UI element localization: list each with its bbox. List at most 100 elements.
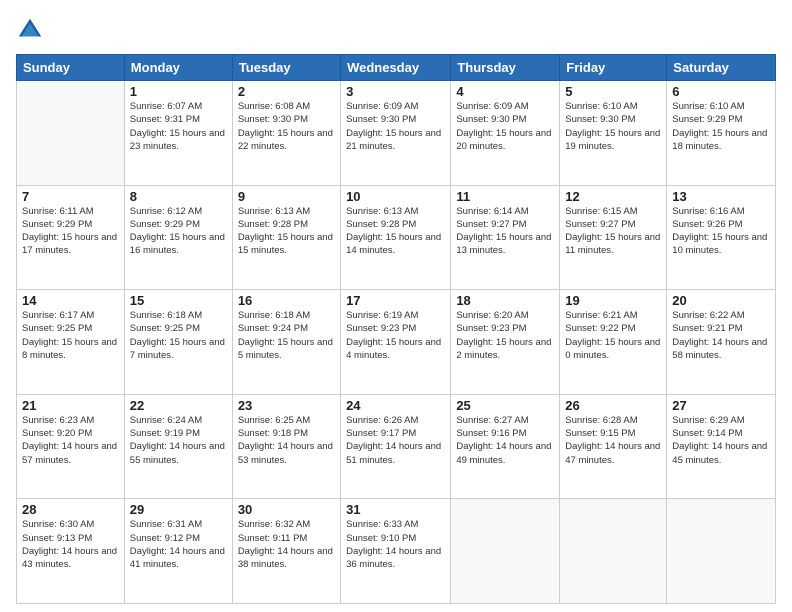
- table-row: [451, 499, 560, 604]
- day-info: Sunrise: 6:21 AMSunset: 9:22 PMDaylight:…: [565, 309, 661, 362]
- calendar-week-row: 7Sunrise: 6:11 AMSunset: 9:29 PMDaylight…: [17, 185, 776, 290]
- table-row: [17, 81, 125, 186]
- day-info: Sunrise: 6:25 AMSunset: 9:18 PMDaylight:…: [238, 414, 335, 467]
- day-info: Sunrise: 6:09 AMSunset: 9:30 PMDaylight:…: [456, 100, 554, 153]
- day-info: Sunrise: 6:32 AMSunset: 9:11 PMDaylight:…: [238, 518, 335, 571]
- table-row: 16Sunrise: 6:18 AMSunset: 9:24 PMDayligh…: [232, 290, 340, 395]
- day-info: Sunrise: 6:07 AMSunset: 9:31 PMDaylight:…: [130, 100, 227, 153]
- table-row: [667, 499, 776, 604]
- day-number: 25: [456, 398, 554, 413]
- day-number: 19: [565, 293, 661, 308]
- table-row: 12Sunrise: 6:15 AMSunset: 9:27 PMDayligh…: [560, 185, 667, 290]
- day-info: Sunrise: 6:30 AMSunset: 9:13 PMDaylight:…: [22, 518, 119, 571]
- calendar: Sunday Monday Tuesday Wednesday Thursday…: [16, 54, 776, 604]
- day-info: Sunrise: 6:20 AMSunset: 9:23 PMDaylight:…: [456, 309, 554, 362]
- table-row: 28Sunrise: 6:30 AMSunset: 9:13 PMDayligh…: [17, 499, 125, 604]
- col-monday: Monday: [124, 55, 232, 81]
- day-number: 1: [130, 84, 227, 99]
- day-info: Sunrise: 6:13 AMSunset: 9:28 PMDaylight:…: [238, 205, 335, 258]
- table-row: 10Sunrise: 6:13 AMSunset: 9:28 PMDayligh…: [341, 185, 451, 290]
- day-number: 17: [346, 293, 445, 308]
- day-info: Sunrise: 6:17 AMSunset: 9:25 PMDaylight:…: [22, 309, 119, 362]
- day-info: Sunrise: 6:28 AMSunset: 9:15 PMDaylight:…: [565, 414, 661, 467]
- table-row: 6Sunrise: 6:10 AMSunset: 9:29 PMDaylight…: [667, 81, 776, 186]
- day-info: Sunrise: 6:18 AMSunset: 9:25 PMDaylight:…: [130, 309, 227, 362]
- calendar-week-row: 14Sunrise: 6:17 AMSunset: 9:25 PMDayligh…: [17, 290, 776, 395]
- day-info: Sunrise: 6:16 AMSunset: 9:26 PMDaylight:…: [672, 205, 770, 258]
- table-row: [560, 499, 667, 604]
- day-number: 12: [565, 189, 661, 204]
- day-info: Sunrise: 6:10 AMSunset: 9:30 PMDaylight:…: [565, 100, 661, 153]
- col-saturday: Saturday: [667, 55, 776, 81]
- calendar-week-row: 1Sunrise: 6:07 AMSunset: 9:31 PMDaylight…: [17, 81, 776, 186]
- day-number: 30: [238, 502, 335, 517]
- logo: [16, 16, 48, 44]
- day-number: 18: [456, 293, 554, 308]
- table-row: 26Sunrise: 6:28 AMSunset: 9:15 PMDayligh…: [560, 394, 667, 499]
- day-info: Sunrise: 6:27 AMSunset: 9:16 PMDaylight:…: [456, 414, 554, 467]
- day-info: Sunrise: 6:33 AMSunset: 9:10 PMDaylight:…: [346, 518, 445, 571]
- day-info: Sunrise: 6:09 AMSunset: 9:30 PMDaylight:…: [346, 100, 445, 153]
- day-info: Sunrise: 6:23 AMSunset: 9:20 PMDaylight:…: [22, 414, 119, 467]
- day-info: Sunrise: 6:19 AMSunset: 9:23 PMDaylight:…: [346, 309, 445, 362]
- day-number: 21: [22, 398, 119, 413]
- table-row: 21Sunrise: 6:23 AMSunset: 9:20 PMDayligh…: [17, 394, 125, 499]
- col-friday: Friday: [560, 55, 667, 81]
- col-sunday: Sunday: [17, 55, 125, 81]
- day-number: 4: [456, 84, 554, 99]
- day-number: 15: [130, 293, 227, 308]
- day-number: 2: [238, 84, 335, 99]
- table-row: 3Sunrise: 6:09 AMSunset: 9:30 PMDaylight…: [341, 81, 451, 186]
- table-row: 9Sunrise: 6:13 AMSunset: 9:28 PMDaylight…: [232, 185, 340, 290]
- day-info: Sunrise: 6:11 AMSunset: 9:29 PMDaylight:…: [22, 205, 119, 258]
- day-info: Sunrise: 6:26 AMSunset: 9:17 PMDaylight:…: [346, 414, 445, 467]
- col-wednesday: Wednesday: [341, 55, 451, 81]
- day-number: 11: [456, 189, 554, 204]
- day-info: Sunrise: 6:22 AMSunset: 9:21 PMDaylight:…: [672, 309, 770, 362]
- day-info: Sunrise: 6:10 AMSunset: 9:29 PMDaylight:…: [672, 100, 770, 153]
- day-number: 5: [565, 84, 661, 99]
- day-number: 23: [238, 398, 335, 413]
- day-number: 20: [672, 293, 770, 308]
- day-number: 31: [346, 502, 445, 517]
- day-info: Sunrise: 6:12 AMSunset: 9:29 PMDaylight:…: [130, 205, 227, 258]
- day-number: 6: [672, 84, 770, 99]
- day-info: Sunrise: 6:24 AMSunset: 9:19 PMDaylight:…: [130, 414, 227, 467]
- col-tuesday: Tuesday: [232, 55, 340, 81]
- day-number: 3: [346, 84, 445, 99]
- col-thursday: Thursday: [451, 55, 560, 81]
- page: Sunday Monday Tuesday Wednesday Thursday…: [0, 0, 792, 612]
- day-info: Sunrise: 6:15 AMSunset: 9:27 PMDaylight:…: [565, 205, 661, 258]
- day-info: Sunrise: 6:29 AMSunset: 9:14 PMDaylight:…: [672, 414, 770, 467]
- table-row: 23Sunrise: 6:25 AMSunset: 9:18 PMDayligh…: [232, 394, 340, 499]
- table-row: 25Sunrise: 6:27 AMSunset: 9:16 PMDayligh…: [451, 394, 560, 499]
- day-number: 13: [672, 189, 770, 204]
- table-row: 15Sunrise: 6:18 AMSunset: 9:25 PMDayligh…: [124, 290, 232, 395]
- table-row: 30Sunrise: 6:32 AMSunset: 9:11 PMDayligh…: [232, 499, 340, 604]
- day-number: 16: [238, 293, 335, 308]
- logo-icon: [16, 16, 44, 44]
- day-number: 7: [22, 189, 119, 204]
- table-row: 8Sunrise: 6:12 AMSunset: 9:29 PMDaylight…: [124, 185, 232, 290]
- table-row: 24Sunrise: 6:26 AMSunset: 9:17 PMDayligh…: [341, 394, 451, 499]
- day-number: 24: [346, 398, 445, 413]
- table-row: 13Sunrise: 6:16 AMSunset: 9:26 PMDayligh…: [667, 185, 776, 290]
- day-info: Sunrise: 6:14 AMSunset: 9:27 PMDaylight:…: [456, 205, 554, 258]
- day-number: 10: [346, 189, 445, 204]
- table-row: 27Sunrise: 6:29 AMSunset: 9:14 PMDayligh…: [667, 394, 776, 499]
- day-info: Sunrise: 6:18 AMSunset: 9:24 PMDaylight:…: [238, 309, 335, 362]
- table-row: 7Sunrise: 6:11 AMSunset: 9:29 PMDaylight…: [17, 185, 125, 290]
- day-info: Sunrise: 6:13 AMSunset: 9:28 PMDaylight:…: [346, 205, 445, 258]
- table-row: 17Sunrise: 6:19 AMSunset: 9:23 PMDayligh…: [341, 290, 451, 395]
- table-row: 20Sunrise: 6:22 AMSunset: 9:21 PMDayligh…: [667, 290, 776, 395]
- table-row: 19Sunrise: 6:21 AMSunset: 9:22 PMDayligh…: [560, 290, 667, 395]
- day-number: 9: [238, 189, 335, 204]
- day-number: 27: [672, 398, 770, 413]
- day-number: 28: [22, 502, 119, 517]
- day-number: 8: [130, 189, 227, 204]
- day-info: Sunrise: 6:08 AMSunset: 9:30 PMDaylight:…: [238, 100, 335, 153]
- day-info: Sunrise: 6:31 AMSunset: 9:12 PMDaylight:…: [130, 518, 227, 571]
- day-number: 26: [565, 398, 661, 413]
- header: [16, 16, 776, 44]
- table-row: 31Sunrise: 6:33 AMSunset: 9:10 PMDayligh…: [341, 499, 451, 604]
